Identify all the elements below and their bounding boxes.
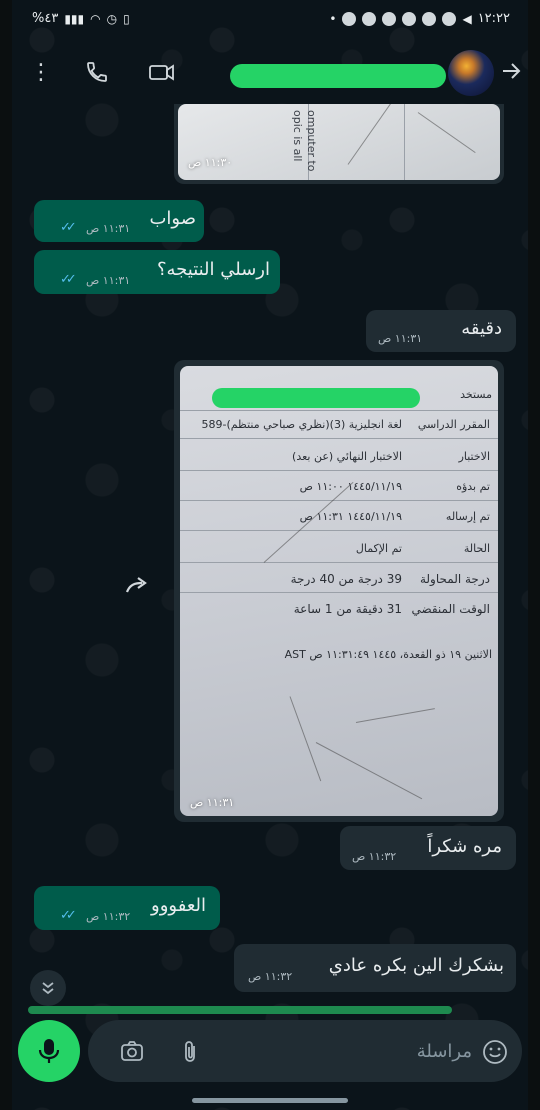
message-time: ١١:٣١ ص bbox=[190, 796, 235, 809]
redacted-name bbox=[212, 388, 420, 408]
dot-icon: • bbox=[329, 11, 337, 26]
photo-text: الحالة bbox=[463, 542, 490, 555]
message-time: ١١:٣٢ ص bbox=[86, 910, 131, 923]
photo-text: تم بدؤه bbox=[456, 480, 490, 493]
message-time: ١١:٣١ ص bbox=[378, 332, 423, 345]
image-thumbnail[interactable]: مستخد المقرر الدراسي لغة انجليزية (3)(نظ… bbox=[180, 366, 498, 816]
mic-button[interactable] bbox=[18, 1020, 80, 1082]
contact-name-redacted[interactable] bbox=[230, 64, 446, 88]
message-input[interactable] bbox=[212, 1036, 472, 1066]
signal-icon: ▮▮▮ bbox=[64, 11, 85, 26]
forward-icon[interactable] bbox=[120, 574, 154, 608]
message-bubble[interactable]: بشكرك الين بكره عادي ١١:٣٢ ص bbox=[234, 944, 516, 992]
photo-text: الاختبار bbox=[458, 450, 490, 463]
read-receipt-icon: ✓✓ bbox=[60, 908, 77, 923]
message-time: ١١:٣٢ ص bbox=[352, 850, 397, 863]
message-bubble[interactable]: صواب ١١:٣١ ص ✓✓ bbox=[34, 200, 204, 242]
photo-text: درجة المحاولة bbox=[419, 572, 490, 586]
phone-icon[interactable] bbox=[84, 60, 110, 86]
home-indicator[interactable] bbox=[192, 1098, 348, 1103]
divider bbox=[28, 1006, 452, 1014]
photo-text: لغة انجليزية (3)(نظري صباحي منتظم)-589 bbox=[201, 418, 402, 431]
message-bubble[interactable]: مره شكراً ١١:٣٢ ص bbox=[340, 826, 516, 870]
message-bubble[interactable]: ارسلي النتيجه؟ ١١:٣١ ص ✓✓ bbox=[34, 250, 280, 294]
read-receipt-icon: ✓✓ bbox=[60, 220, 77, 235]
telegram-icon: ◀ bbox=[462, 11, 472, 26]
photo-text: 31 دقيقة من 1 ساعة bbox=[293, 602, 402, 616]
battery-level: %٤٣ bbox=[32, 11, 59, 26]
paperclip-icon[interactable] bbox=[178, 1039, 202, 1063]
photo-text: الوقت المنقضي bbox=[411, 602, 490, 616]
message-text: مره شكراً bbox=[427, 836, 502, 857]
chat-header: ⋮ bbox=[12, 40, 528, 104]
message-text: صواب bbox=[149, 208, 196, 229]
double-chevron-down-icon[interactable] bbox=[30, 970, 66, 1006]
notification-icon bbox=[442, 11, 457, 26]
clock: ١٢:٢٢ bbox=[477, 11, 510, 26]
message-text: دقيقه bbox=[461, 318, 502, 339]
notification-icon bbox=[342, 11, 357, 26]
back-arrow-icon[interactable] bbox=[498, 60, 524, 86]
message-image[interactable]: omputer to opic is all ١١:٣٠ ص bbox=[174, 104, 504, 184]
emoji-icon[interactable] bbox=[482, 1039, 507, 1064]
photo-text: تم الإكمال bbox=[355, 542, 402, 555]
image-thumbnail[interactable]: omputer to opic is all ١١:٣٠ ص bbox=[178, 104, 500, 180]
alarm-icon: ◷ bbox=[106, 11, 118, 26]
notification-icon bbox=[362, 11, 377, 26]
status-bar-notifications: • ◀ ١٢:٢٢ bbox=[329, 11, 510, 26]
status-bar: %٤٣ ▮▮▮ ◠ ◷ ▯ • ◀ ١٢:٢٢ bbox=[12, 0, 528, 40]
message-image[interactable]: مستخد المقرر الدراسي لغة انجليزية (3)(نظ… bbox=[174, 360, 504, 822]
photo-text: 39 درجة من 40 درجة bbox=[290, 572, 402, 586]
notification-icon bbox=[402, 11, 417, 26]
avatar[interactable] bbox=[448, 50, 494, 96]
photo-text: تم إرساله bbox=[445, 510, 490, 523]
image-text: opic is all bbox=[291, 110, 304, 162]
photo-text: مستخد bbox=[460, 388, 492, 401]
message-time: ١١:٣١ ص bbox=[86, 274, 131, 287]
message-text: ارسلي النتيجه؟ bbox=[156, 259, 270, 280]
message-time: ١١:٣١ ص bbox=[86, 222, 131, 235]
camera-icon[interactable] bbox=[120, 1039, 144, 1063]
wifi-icon: ◠ bbox=[90, 11, 101, 26]
read-receipt-icon: ✓✓ bbox=[60, 272, 77, 287]
message-text: العفووو bbox=[151, 895, 206, 916]
message-bubble[interactable]: دقيقه ١١:٣١ ص bbox=[366, 310, 516, 352]
message-time: ١١:٣٠ ص bbox=[188, 156, 233, 169]
image-text: omputer to bbox=[305, 110, 318, 172]
message-time: ١١:٣٢ ص bbox=[248, 970, 293, 983]
chat-screen: %٤٣ ▮▮▮ ◠ ◷ ▯ • ◀ ١٢:٢٢ ⋮ omputer to opi… bbox=[12, 0, 528, 1110]
battery-icon: ▯ bbox=[123, 11, 130, 26]
message-bubble[interactable]: العفووو ١١:٣٢ ص ✓✓ bbox=[34, 886, 220, 930]
more-vert-icon[interactable]: ⋮ bbox=[28, 60, 54, 86]
status-bar-system: %٤٣ ▮▮▮ ◠ ◷ ▯ bbox=[32, 11, 130, 26]
video-camera-icon[interactable] bbox=[148, 60, 174, 86]
notification-icon bbox=[382, 11, 397, 26]
photo-text: الاختبار النهائي (عن بعد) bbox=[292, 450, 402, 463]
notification-icon bbox=[422, 11, 437, 26]
mic-icon bbox=[38, 1039, 60, 1063]
message-composer bbox=[88, 1020, 522, 1082]
message-text: بشكرك الين بكره عادي bbox=[328, 955, 504, 976]
photo-text: المقرر الدراسي bbox=[417, 418, 490, 431]
photo-text: الاثنين ١٩ ذو القعدة، ١٤٤٥ ١١:٣١:٤٩ ص AS… bbox=[284, 648, 492, 661]
